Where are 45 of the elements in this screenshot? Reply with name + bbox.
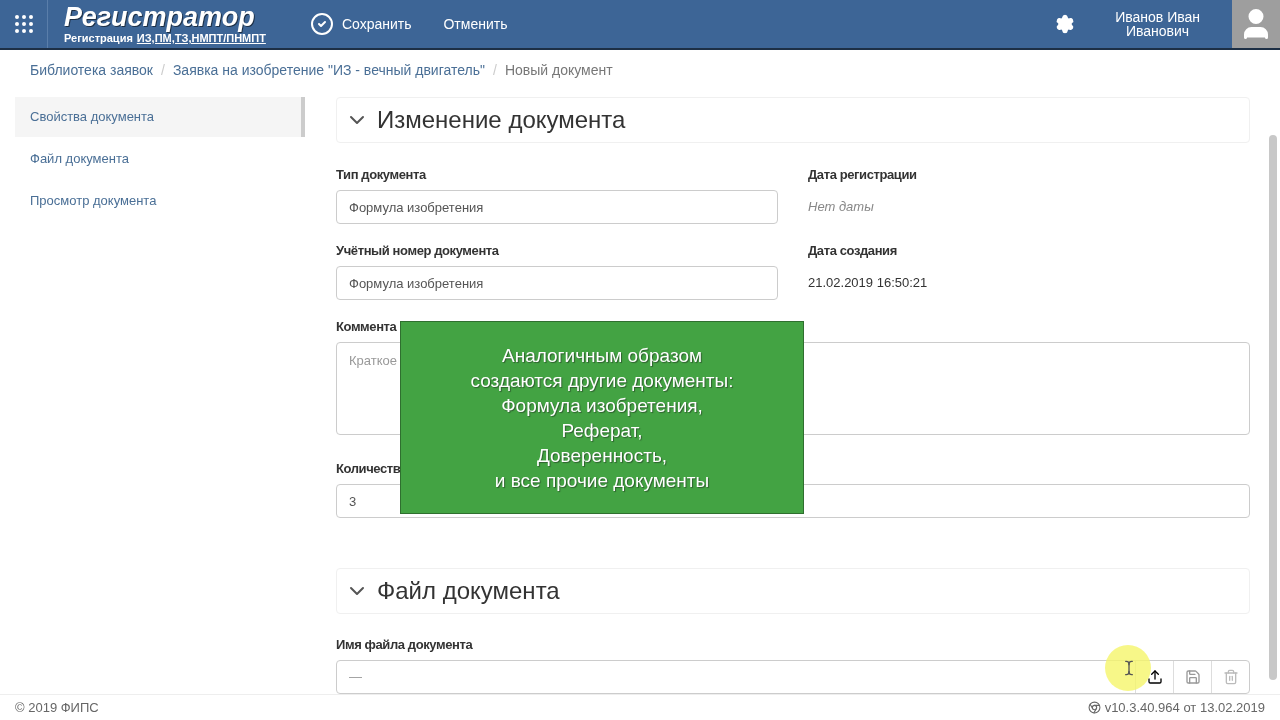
cursor-highlight: [1105, 645, 1151, 691]
section-title: Файл документа: [377, 576, 560, 606]
field-label: Дата регистрации: [808, 167, 917, 182]
browser-icon: [1087, 701, 1101, 714]
cancel-button[interactable]: Отменить: [431, 13, 520, 35]
account-number-field[interactable]: Формула изобретения: [336, 266, 778, 300]
registration-date: Нет даты: [808, 198, 874, 217]
trash-icon: [1222, 669, 1239, 685]
document-type-field[interactable]: Формула изобретения: [336, 190, 778, 224]
avatar[interactable]: [1232, 0, 1280, 48]
check-circle-icon: [309, 12, 334, 36]
field-label: Тип документа: [336, 167, 426, 182]
field-label: Учётный номер документа: [336, 243, 499, 258]
upload-icon: [1146, 669, 1163, 685]
app-title: Регистратор: [64, 4, 255, 31]
floppy-icon: [1184, 669, 1201, 685]
version: v10.3.40.964 от 13.02.2019: [1104, 698, 1265, 717]
breadcrumb-current: Новый документ: [504, 60, 613, 80]
scrollbar[interactable]: [1269, 135, 1277, 680]
sidebar-item[interactable]: Просмотр документа: [15, 181, 305, 221]
settings-icon[interactable]: [1055, 14, 1076, 34]
section-title: Изменение документа: [377, 105, 626, 135]
creation-date: 21.02.2019 16:50:21: [808, 274, 928, 293]
overlay-text-line: Аналогичным образом: [502, 343, 702, 368]
field-label: Дата создания: [808, 243, 897, 258]
breadcrumb-separator: /: [160, 60, 166, 80]
breadcrumb-separator: /: [492, 60, 498, 80]
breadcrumb-link[interactable]: Заявка на изобретение "ИЗ - вечный двигатель": [172, 59, 485, 81]
sidebar-item[interactable]: Свойства документа: [15, 97, 305, 137]
breadcrumb-link[interactable]: Библиотека заявок: [30, 59, 153, 81]
overlay-text-line: и все прочие документы: [494, 468, 710, 493]
sidebar-item[interactable]: Файл документа: [15, 139, 305, 179]
overlay-text-line: Реферат,: [561, 418, 643, 443]
file-name-placeholder: —: [349, 668, 362, 687]
copyright: © 2019 ФИПС: [15, 698, 99, 717]
save-button[interactable]: Сохранить: [297, 12, 424, 36]
app-subtitle: Регистрация: [64, 33, 133, 44]
field-label: Количеств: [336, 461, 401, 476]
overlay-text-line: создаются другие документы:: [470, 368, 734, 393]
overlay-text-line: Формула изобретения,: [501, 393, 703, 418]
user-name[interactable]: Иванов Иван Иванович: [1115, 10, 1200, 38]
overlay-text-line: Доверенность,: [536, 443, 668, 468]
field-label: Коммента: [336, 319, 397, 334]
app-codes: ИЗ,ПМ,ТЗ,НМПТ/ПНМПТ: [136, 33, 266, 44]
field-label: Имя файла документа: [336, 637, 473, 652]
